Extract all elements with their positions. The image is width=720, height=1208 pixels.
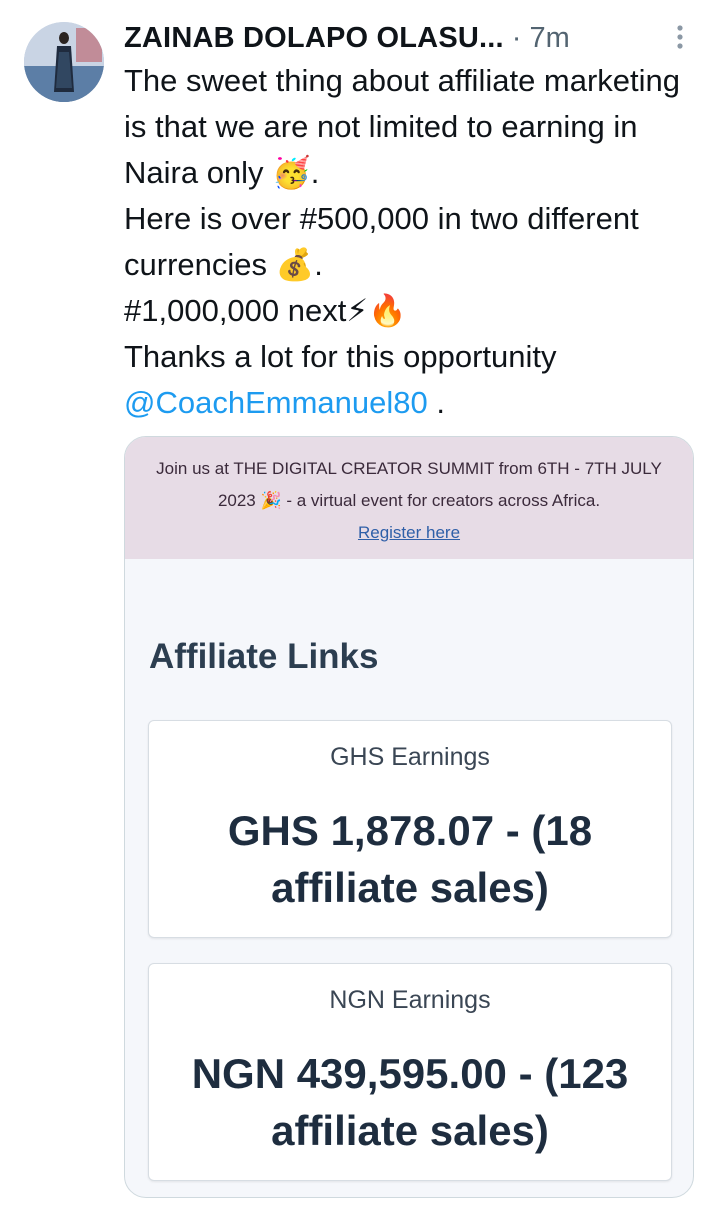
summit-banner: Join us at THE DIGITAL CREATOR SUMMIT fr… [125, 437, 693, 559]
tweet-line-1: The sweet thing about affiliate marketin… [124, 63, 681, 190]
ngn-earnings-value: NGN 439,595.00 - (123 affiliate sales) [191, 1050, 629, 1154]
ghs-earnings-label: GHS Earnings [330, 743, 490, 771]
avatar[interactable] [24, 22, 104, 102]
tweet-header: ZAINAB DOLAPO OLASU... · 7m [124, 18, 684, 58]
tweet-timestamp[interactable]: · 7m [512, 22, 570, 55]
separator-dot: · [511, 21, 522, 54]
link-preview-card[interactable]: Join us at THE DIGITAL CREATOR SUMMIT fr… [124, 436, 694, 1198]
ghs-earnings-value: GHS 1,878.07 - (18 affiliate sales) [227, 807, 593, 911]
tweet-line-3: #1,000,000 next⚡🔥 [124, 293, 407, 328]
ghs-earnings-card: GHS Earnings GHS 1,878.07 - (18 affiliat… [148, 720, 672, 938]
tweet-line-5: @CoachEmmanuel80 . [124, 380, 694, 426]
avatar-image [24, 22, 104, 102]
tweet-text: The sweet thing about affiliate marketin… [124, 58, 694, 426]
time-label: 7m [529, 21, 570, 54]
card-title: Affiliate Links [149, 637, 379, 676]
mention-tail: . [427, 385, 445, 420]
author-name[interactable]: ZAINAB DOLAPO OLASU... [124, 22, 504, 55]
register-link[interactable]: Register here [358, 523, 460, 542]
tweet-line-2: Here is over #500,000 in two different c… [124, 201, 639, 282]
tweet-line-4: Thanks a lot for this opportunity [124, 339, 557, 374]
mention-link[interactable]: @CoachEmmanuel80 [124, 385, 428, 420]
ngn-earnings-card: NGN Earnings NGN 439,595.00 - (123 affil… [148, 963, 672, 1181]
banner-text: Join us at THE DIGITAL CREATOR SUMMIT fr… [156, 459, 662, 510]
more-vertical-icon[interactable] [666, 22, 694, 52]
ngn-earnings-label: NGN Earnings [329, 986, 491, 1014]
